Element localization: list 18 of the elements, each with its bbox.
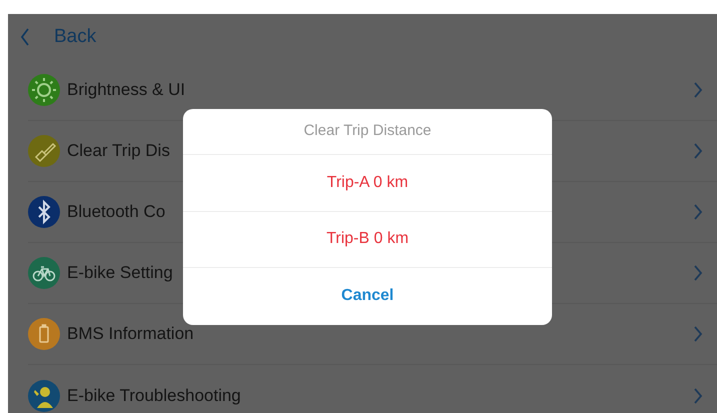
menu-item[interactable]: E-bike Troubleshooting	[28, 365, 717, 413]
back-chevron-icon[interactable]	[20, 28, 30, 46]
menu-item-label: E-bike Setting	[67, 262, 173, 284]
chevron-right-icon	[693, 265, 703, 281]
dialog-action-button[interactable]: Trip-B 0 km	[183, 212, 552, 268]
menu-item-label: Bluetooth Co	[67, 201, 166, 224]
chevron-right-icon	[693, 388, 703, 404]
dialog-title: Clear Trip Distance	[304, 121, 432, 142]
menu-item-label: Brightness & UI	[67, 79, 186, 102]
dialog-action-button[interactable]: Trip-A 0 km	[183, 155, 552, 212]
chevron-right-icon	[693, 326, 703, 342]
chevron-right-icon	[693, 143, 703, 159]
menu-item-label: Clear Trip Dis	[67, 140, 170, 162]
menu-item-label: E-bike Troubleshooting	[67, 384, 241, 407]
menu-item-label: BMS Information	[67, 323, 194, 346]
chevron-right-icon	[693, 204, 703, 220]
back-link[interactable]: Back	[54, 22, 96, 52]
chevron-right-icon	[693, 82, 703, 98]
